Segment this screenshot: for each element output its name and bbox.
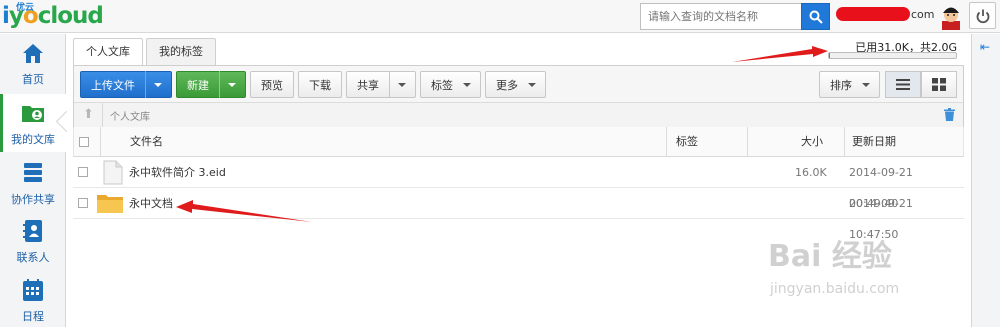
up-arrow-icon[interactable]: ⬆ (83, 107, 94, 122)
download-button[interactable]: 下载 (298, 71, 342, 98)
chevron-down-icon (528, 82, 536, 87)
nav-item-calendar[interactable]: 日程 (0, 271, 66, 329)
row-checkbox[interactable] (78, 167, 88, 177)
more-label: 更多 (496, 78, 518, 92)
tags-label: 标签 (431, 78, 453, 92)
header-tags[interactable]: 标签 (676, 127, 698, 156)
breadcrumb: ⬆ 个人文库 (74, 102, 963, 128)
upload-file-label: 上传文件 (91, 78, 135, 92)
file-updated: 2014-09-21 00:49:40 (849, 166, 913, 210)
folder-updated: 2014-09-21 10:47:50 (849, 197, 913, 241)
baidu-watermark-url: jingyan.baidu.com (770, 281, 900, 297)
table-row[interactable]: 永中软件简介 3.eid 16.0K 2014-09-21 00:49:40 (73, 157, 964, 210)
search-box (640, 3, 830, 30)
contacts-icon (23, 220, 42, 242)
chevron-down-icon (228, 82, 236, 87)
chevron-down-icon (862, 82, 870, 87)
preview-button[interactable]: 预览 (250, 71, 294, 98)
select-all-checkbox[interactable] (79, 137, 89, 147)
folder-icon (97, 195, 123, 213)
upload-file-button[interactable]: 上传文件 (80, 71, 172, 98)
tags-button[interactable]: 标签 (420, 71, 481, 98)
nav-item-home[interactable]: 首页 (0, 34, 66, 92)
avatar[interactable] (937, 2, 965, 30)
file-toolbar: 上传文件 新建 预览 下载 共享 标签 更多 (80, 71, 550, 98)
sort-button[interactable]: 排序 (819, 71, 880, 98)
chevron-down-icon (154, 82, 162, 87)
row-checkbox[interactable] (78, 198, 88, 208)
folder-name[interactable]: 永中文档 (129, 188, 173, 218)
nav-label-my-library: 我的文库 (11, 133, 55, 146)
new-label: 新建 (187, 78, 209, 92)
search-input[interactable] (641, 4, 801, 29)
power-icon (976, 9, 990, 24)
app-logo[interactable]: 优云 iyocloud (2, 1, 104, 31)
nav-label-collab-share: 协作共享 (11, 193, 55, 206)
storage-quota-fill (829, 53, 831, 58)
collapse-panel-icon[interactable]: ⇤ (980, 40, 990, 54)
logo-small-text: 优云 (16, 3, 35, 13)
share-button[interactable]: 共享 (346, 71, 416, 98)
new-button[interactable]: 新建 (176, 71, 246, 98)
download-label: 下载 (309, 78, 331, 92)
nav-item-contacts[interactable]: 联系人 (0, 212, 66, 270)
tab-my-tags[interactable]: 我的标签 (146, 38, 216, 65)
nav-label-home: 首页 (22, 73, 44, 86)
right-panel-strip: ⇤ (971, 34, 1000, 327)
nav-label-calendar: 日程 (22, 310, 44, 323)
email-suffix: com (911, 7, 935, 21)
more-button[interactable]: 更多 (485, 71, 546, 98)
user-account[interactable]: com (836, 7, 935, 21)
chevron-down-icon (398, 82, 406, 87)
trash-icon[interactable] (944, 108, 955, 121)
home-icon (23, 44, 43, 63)
document-file-icon (103, 160, 123, 185)
share-label: 共享 (357, 78, 379, 92)
logout-button[interactable] (969, 2, 996, 29)
header-filename[interactable]: 文件名 (130, 127, 163, 156)
table-header: 文件名 标签 大小 更新日期 (73, 127, 964, 157)
baidu-watermark: Bai 经验 (768, 239, 892, 274)
search-button[interactable] (801, 3, 830, 30)
folder-user-icon (22, 106, 44, 122)
tab-personal-library[interactable]: 个人文库 (73, 38, 143, 66)
nav-item-collab-share[interactable]: 协作共享 (0, 154, 66, 212)
header-updated[interactable]: 更新日期 (852, 127, 896, 156)
sort-label: 排序 (830, 78, 852, 92)
view-tools: 排序 (819, 71, 957, 98)
file-size: 16.0K (795, 166, 827, 179)
file-name[interactable]: 永中软件简介 3.eid (129, 157, 226, 187)
storage-quota-bar (828, 52, 957, 59)
preview-label: 预览 (261, 78, 283, 92)
left-navigation: 首页 我的文库 协作共享 联系人 日程 (0, 34, 66, 327)
table-row[interactable]: 永中文档 2014-09-21 10:47:50 (73, 188, 964, 241)
header-size[interactable]: 大小 (801, 127, 823, 156)
chevron-down-icon (463, 82, 471, 87)
toolbar-panel: 上传文件 新建 预览 下载 共享 标签 更多 排序 ⬆ 个人文库 (73, 65, 964, 128)
file-table: 文件名 标签 大小 更新日期 永中软件简介 3.eid 16.0K 2014-0… (73, 127, 964, 241)
nav-item-my-library[interactable]: 我的文库 (0, 94, 66, 152)
list-view-icon (896, 79, 910, 90)
grid-view-icon (932, 78, 946, 91)
redacted-email (836, 7, 910, 21)
server-share-icon (24, 163, 42, 182)
library-tabs: 个人文库 我的标签 (73, 38, 219, 66)
search-icon (809, 10, 823, 24)
top-bar: 优云 iyocloud com (0, 0, 1000, 33)
nav-label-contacts: 联系人 (16, 251, 50, 264)
list-view-button[interactable] (885, 71, 921, 98)
grid-view-button[interactable] (921, 71, 957, 98)
calendar-icon (23, 279, 43, 301)
breadcrumb-item[interactable]: 个人文库 (110, 108, 150, 123)
